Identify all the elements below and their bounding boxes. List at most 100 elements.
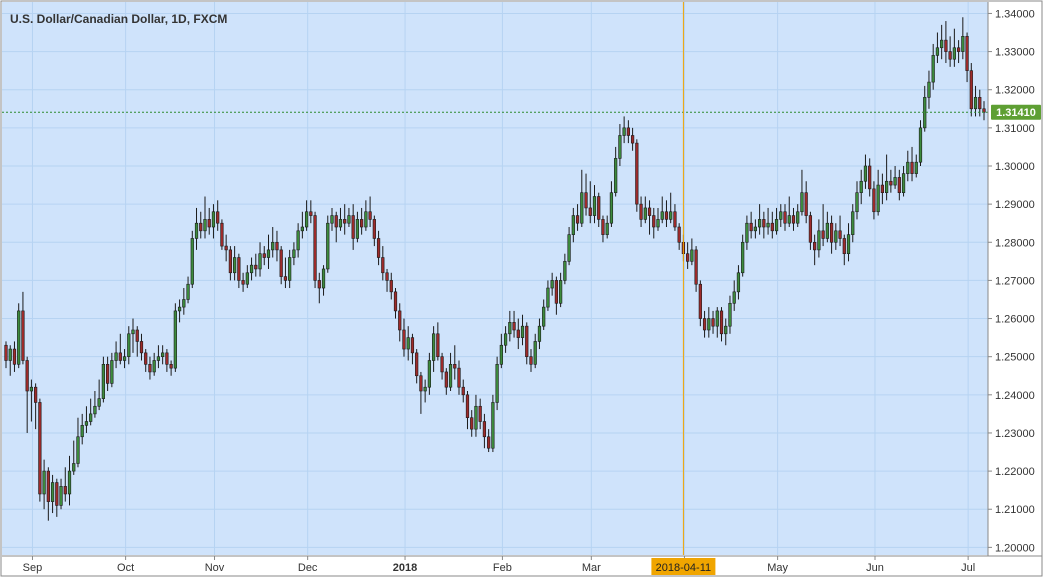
- candle-body[interactable]: [914, 161, 918, 174]
- candle-body[interactable]: [402, 329, 406, 350]
- candle-body[interactable]: [626, 127, 630, 136]
- candle-body[interactable]: [330, 215, 334, 224]
- candle-body[interactable]: [326, 222, 330, 270]
- candle-body[interactable]: [724, 325, 728, 335]
- candle-body[interactable]: [487, 436, 491, 449]
- candle-body[interactable]: [313, 215, 317, 281]
- candle-body[interactable]: [12, 348, 17, 365]
- candle-body[interactable]: [800, 192, 804, 213]
- candle-body[interactable]: [440, 356, 444, 373]
- candle-body[interactable]: [203, 219, 207, 232]
- candle-body[interactable]: [122, 356, 127, 361]
- candle-body[interactable]: [385, 272, 389, 281]
- candle-body[interactable]: [360, 219, 364, 228]
- candle-body[interactable]: [152, 360, 156, 373]
- candle-body[interactable]: [207, 219, 211, 228]
- candle-body[interactable]: [410, 337, 415, 354]
- candle-body[interactable]: [550, 280, 554, 289]
- candle-body[interactable]: [804, 192, 808, 216]
- candle-body[interactable]: [762, 219, 766, 228]
- candle-body[interactable]: [588, 207, 592, 216]
- candle-body[interactable]: [220, 222, 224, 247]
- candle-body[interactable]: [42, 470, 46, 495]
- candle-body[interactable]: [889, 180, 893, 186]
- candle-body[interactable]: [719, 310, 724, 335]
- candle-body[interactable]: [935, 47, 940, 56]
- candle-body[interactable]: [431, 333, 436, 361]
- candle-body[interactable]: [211, 211, 216, 228]
- candle-body[interactable]: [863, 165, 868, 182]
- candle-body[interactable]: [630, 135, 635, 144]
- candle-body[interactable]: [271, 241, 275, 251]
- candle-body[interactable]: [732, 291, 736, 304]
- candle-body[interactable]: [17, 310, 21, 365]
- candle-body[interactable]: [592, 196, 597, 216]
- candle-body[interactable]: [423, 386, 427, 392]
- candle-body[interactable]: [563, 261, 567, 281]
- candle-body[interactable]: [834, 230, 838, 243]
- candle-body[interactable]: [622, 127, 626, 136]
- candle-body[interactable]: [275, 241, 279, 251]
- candle-body[interactable]: [546, 287, 550, 308]
- candle-body[interactable]: [766, 222, 770, 228]
- candle-body[interactable]: [956, 47, 961, 52]
- candle-body[interactable]: [639, 203, 643, 220]
- candle-body[interactable]: [177, 306, 182, 312]
- candle-body[interactable]: [813, 241, 817, 251]
- candle-body[interactable]: [470, 417, 474, 430]
- plot-area[interactable]: [2, 2, 988, 555]
- candle-body[interactable]: [461, 386, 465, 396]
- candle-body[interactable]: [829, 222, 834, 243]
- candle-body[interactable]: [779, 211, 783, 220]
- candle-body[interactable]: [520, 325, 525, 338]
- candle-body[interactable]: [774, 219, 779, 232]
- candle-body[interactable]: [110, 360, 114, 384]
- candlestick-chart[interactable]: 1.34000 1.33000 1.32000 1.31000 1.30000 1.290…: [0, 0, 1044, 578]
- candle-body[interactable]: [770, 222, 774, 232]
- candle-body[interactable]: [4, 344, 8, 361]
- candle-body[interactable]: [127, 333, 131, 357]
- candle-body[interactable]: [745, 222, 749, 243]
- candle-body[interactable]: [415, 352, 419, 377]
- candle-body[interactable]: [393, 291, 398, 312]
- candle-body[interactable]: [376, 238, 381, 258]
- candle-body[interactable]: [757, 219, 762, 228]
- candle-body[interactable]: [453, 364, 457, 369]
- candle-body[interactable]: [8, 348, 12, 361]
- candle-body[interactable]: [381, 257, 385, 274]
- candle-body[interactable]: [241, 280, 245, 285]
- candle-body[interactable]: [897, 177, 901, 193]
- candle-body[interactable]: [846, 234, 851, 255]
- candle-body[interactable]: [55, 482, 59, 506]
- candle-body[interactable]: [533, 341, 537, 365]
- candle-body[interactable]: [491, 402, 495, 449]
- candle-body[interactable]: [618, 135, 622, 159]
- candle-body[interactable]: [190, 238, 194, 285]
- candle-body[interactable]: [436, 333, 440, 357]
- candle-body[interactable]: [601, 219, 605, 235]
- candle-body[interactable]: [34, 386, 38, 403]
- candle-body[interactable]: [186, 283, 190, 300]
- candle-body[interactable]: [940, 39, 944, 49]
- candle-body[interactable]: [182, 299, 186, 308]
- candle-body[interactable]: [973, 97, 978, 110]
- candle-body[interactable]: [783, 211, 787, 224]
- candle-body[interactable]: [228, 249, 233, 274]
- candle-body[interactable]: [144, 352, 148, 365]
- candle-body[interactable]: [93, 405, 97, 415]
- candle-body[interactable]: [495, 364, 499, 403]
- candle-body[interactable]: [338, 219, 343, 228]
- candle-body[interactable]: [605, 222, 609, 235]
- candle-body[interactable]: [918, 127, 923, 163]
- candle-body[interactable]: [838, 230, 842, 239]
- candle-body[interactable]: [694, 249, 698, 285]
- candle-body[interactable]: [880, 184, 885, 193]
- candle-body[interactable]: [664, 211, 669, 220]
- candle-body[interactable]: [448, 364, 453, 388]
- candle-body[interactable]: [512, 322, 516, 331]
- candle-body[interactable]: [656, 219, 660, 228]
- candle-body[interactable]: [808, 215, 813, 243]
- candle-body[interactable]: [571, 215, 575, 235]
- candle-body[interactable]: [139, 341, 144, 354]
- candle-body[interactable]: [84, 421, 89, 426]
